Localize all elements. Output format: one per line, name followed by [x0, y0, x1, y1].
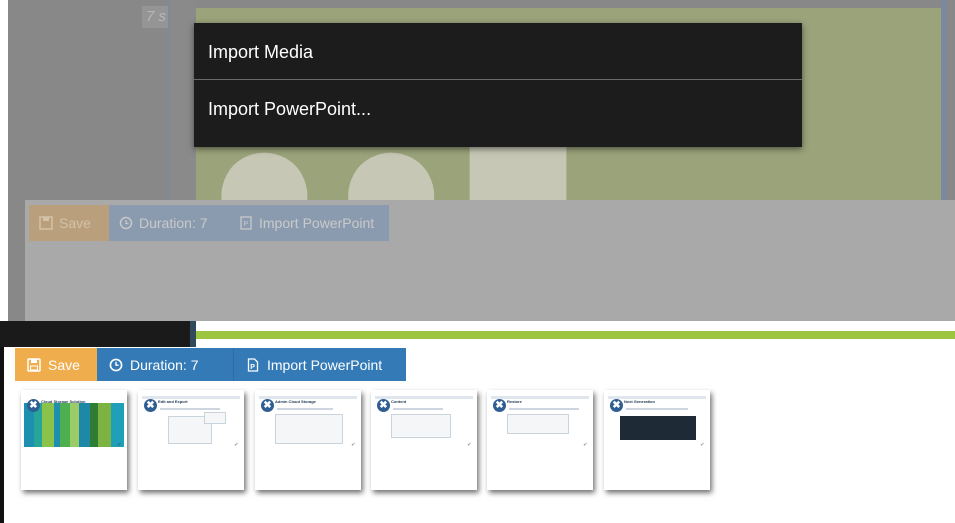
slide-thumbnail[interactable]: Content ✖ ✓ [371, 390, 477, 490]
slide-thumbnail[interactable]: Restore ✖ ✓ [487, 390, 593, 490]
save-button[interactable]: Save [15, 348, 97, 381]
save-label: Save [48, 356, 80, 373]
close-icon[interactable]: ✖ [493, 399, 506, 412]
context-menu: Import Media Import PowerPoint... [194, 23, 802, 147]
close-icon[interactable]: ✖ [261, 399, 274, 412]
slide-graphic [24, 403, 124, 447]
import-powerpoint-button[interactable]: P Import PowerPoint [234, 348, 406, 381]
slide-title: Content [391, 399, 407, 404]
slide-title: Edit and Export [158, 399, 188, 404]
editor-preview-dimmed: 7 s ●●■ Save Duration: 7 P Import PowerP… [0, 0, 955, 321]
floppy-disk-icon [27, 357, 41, 372]
slide-thumbnail[interactable]: Next Generation ✖ ✓ [604, 390, 710, 490]
close-icon[interactable]: ✖ [610, 399, 623, 412]
menu-item-import-media[interactable]: Import Media [194, 24, 802, 80]
slide-logo: ✓ [582, 442, 587, 448]
stage-banner [196, 321, 955, 347]
slide-logo: ✓ [466, 442, 471, 448]
menu-divider [194, 79, 802, 80]
slide-title: Admin Cloud Storage [275, 399, 316, 404]
slide-toolbar: Save Duration: 7 P Import PowerPoint [15, 348, 406, 381]
close-icon[interactable]: ✖ [144, 399, 157, 412]
powerpoint-file-icon: P [247, 357, 259, 372]
clock-icon [119, 216, 133, 230]
slide-logo: ✓ [233, 442, 238, 448]
duration-label: Duration: 7 [130, 356, 199, 373]
menu-item-import-powerpoint[interactable]: Import PowerPoint... [194, 81, 802, 137]
import-powerpoint-button-dimmed: P Import PowerPoint [229, 205, 389, 241]
floppy-disk-icon [39, 216, 53, 230]
clock-icon [109, 358, 123, 371]
slide-thumbnail[interactable]: Admin Cloud Storage ✖ ✓ [255, 390, 361, 490]
duration-button-dimmed: Duration: 7 [109, 205, 229, 241]
timeline-strip [0, 321, 190, 347]
svg-text:P: P [250, 364, 255, 371]
panel-edge [0, 321, 4, 523]
save-button-dimmed: Save [29, 205, 109, 241]
slide-logo: ✓ [350, 442, 355, 448]
stage-edge [941, 0, 947, 200]
slide-thumbnail[interactable]: Cloud Storage Solution ✖ ✓ [21, 390, 127, 490]
slide-logo: ✓ [116, 442, 121, 448]
svg-text:P: P [244, 221, 249, 228]
slide-title: Restore [507, 399, 522, 404]
close-icon[interactable]: ✖ [27, 399, 40, 412]
slide-video [620, 416, 696, 440]
save-label-dimmed: Save [59, 215, 91, 231]
close-icon[interactable]: ✖ [377, 399, 390, 412]
toolbar-dimmed: Save Duration: 7 P Import PowerPoint [29, 205, 389, 241]
timeline-badge: 7 s [142, 6, 170, 28]
powerpoint-file-icon: P [240, 216, 252, 230]
slide-logo: ✓ [699, 442, 704, 448]
duration-button[interactable]: Duration: 7 [97, 348, 234, 381]
import-label: Import PowerPoint [267, 356, 383, 373]
slide-thumbnail[interactable]: Edit and Export ✖ ✓ [138, 390, 244, 490]
slide-title: Next Generation [624, 399, 655, 404]
import-label-dimmed: Import PowerPoint [259, 215, 375, 231]
duration-label-dimmed: Duration: 7 [139, 215, 208, 231]
stage-padding [170, 0, 196, 200]
